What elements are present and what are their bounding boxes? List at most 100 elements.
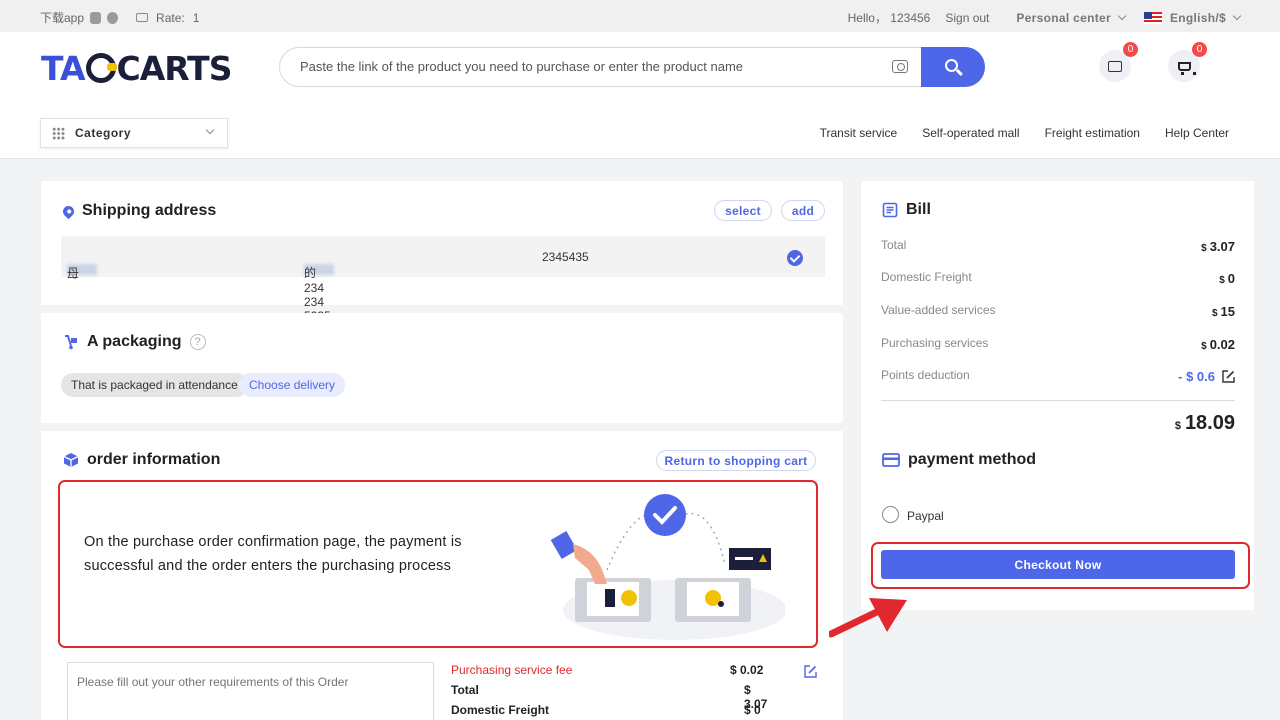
checkout-now-button[interactable]: Checkout Now (881, 550, 1235, 579)
language-selector[interactable]: English/$ (1143, 10, 1242, 25)
greeting-text: Hello， 123456 (847, 11, 931, 25)
personal-center-menu[interactable]: Personal center (1016, 10, 1127, 25)
chevron-down-icon (205, 125, 215, 135)
annotation-callout-box: On the purchase order confirmation page,… (58, 480, 818, 648)
bill-row-value: 15 (1220, 304, 1235, 319)
package-box-icon (63, 453, 79, 467)
packaging-option-choose-delivery[interactable]: Choose delivery (239, 373, 346, 397)
chevron-down-icon (1232, 11, 1242, 20)
cart-icon (1177, 61, 1196, 75)
edit-icon[interactable] (804, 665, 817, 678)
bill-title: Bill (882, 201, 931, 219)
return-to-cart-button[interactable]: Return to shopping cart (656, 450, 816, 471)
postal-code: 2345435 (542, 250, 589, 264)
payment-option-label: Paypal (907, 509, 944, 523)
grand-total: $18.09 (1175, 412, 1235, 435)
fee-label: Domestic Freight (451, 703, 550, 717)
packaging-heading: A packaging (87, 333, 182, 350)
shipping-address-heading: Shipping address (82, 202, 217, 219)
apple-icon[interactable] (107, 11, 119, 24)
packaging-card: A packaging ? That is packaged in attend… (41, 313, 843, 423)
messages-button[interactable]: 0 (1099, 42, 1138, 82)
payment-method-title: payment method (882, 451, 1036, 469)
bill-row-value: 3.07 (1209, 239, 1235, 254)
bill-row-label: Value-added services (881, 303, 996, 317)
bill-row-value: 0 (1227, 271, 1235, 286)
site-logo[interactable]: TA CARTS (41, 48, 232, 88)
fee-value: $ 0.02 (730, 663, 764, 677)
category-dropdown[interactable]: Category (40, 118, 228, 148)
chevron-down-icon (1117, 11, 1127, 20)
fee-row-total: Total $ 3.07 (451, 683, 771, 711)
divider (881, 400, 1235, 401)
bill-row-points-deduction: Points deduction - $ 0.6 (881, 368, 1235, 384)
payment-option-paypal[interactable]: Paypal (882, 505, 944, 523)
currency-symbol: $ (1219, 275, 1225, 286)
nav-help-center[interactable]: Help Center (1165, 126, 1229, 140)
edit-icon[interactable] (1222, 370, 1235, 383)
search-bar (279, 47, 985, 87)
search-button[interactable] (921, 47, 985, 87)
add-address-button[interactable]: add (781, 200, 825, 221)
fee-value: $ 0 (744, 703, 761, 717)
bill-row-label: Points deduction (881, 368, 970, 382)
order-information-title: order information (63, 451, 220, 469)
message-icon (1108, 56, 1122, 72)
top-utility-bar: 下载app Rate: 1 Hello， 123456 Sign out Per… (0, 0, 1280, 32)
bill-row-total: Total $3.07 (881, 238, 1235, 254)
grand-total-value: 18.09 (1184, 412, 1235, 434)
sign-out-link[interactable]: Sign out (945, 11, 989, 25)
rate-label: Rate: (156, 10, 185, 25)
language-label: English/$ (1169, 10, 1226, 25)
panda-logo-icon (85, 53, 117, 83)
camera-icon[interactable] (892, 60, 908, 73)
main-nav: Transit service Self-operated mall Freig… (820, 126, 1229, 140)
cart-badge: 0 (1192, 42, 1207, 57)
annotation-arrow-icon (829, 598, 907, 638)
bill-row-label: Purchasing services (881, 336, 989, 350)
bill-row-value: - $ 0.6 (1178, 369, 1215, 384)
help-icon[interactable]: ? (189, 334, 206, 350)
payment-method-heading: payment method (908, 451, 1037, 468)
android-icon[interactable] (90, 11, 102, 24)
grid-icon (52, 126, 65, 140)
selected-check-icon (787, 250, 803, 266)
bill-row-label: Domestic Freight (881, 270, 972, 284)
currency-rate-icon (136, 13, 149, 22)
payment-success-illustration (550, 494, 785, 640)
address-row[interactable]: 全丹 的 234 234 5235 2345435 (61, 236, 825, 323)
logo-text-left: TA (41, 48, 85, 88)
nav-transit-service[interactable]: Transit service (820, 126, 898, 140)
search-icon (945, 59, 958, 72)
personal-center-label: Personal center (1016, 10, 1111, 25)
currency-symbol: $ (1211, 308, 1218, 319)
hand-truck-icon (65, 335, 77, 350)
bill-row-value-added: Value-added services $15 (881, 303, 1235, 319)
search-input[interactable] (300, 59, 860, 74)
site-header: TA CARTS 0 0 Category Transit service Se… (0, 32, 1280, 159)
bill-row-value: 0.02 (1209, 337, 1235, 352)
us-flag-icon (1143, 11, 1162, 24)
rate-value: 1 (192, 10, 200, 25)
packaging-option-in-attendance[interactable]: That is packaged in attendance (61, 373, 248, 397)
cart-button[interactable]: 0 (1168, 42, 1207, 82)
shipping-address-card: Shipping address select add 全丹 的 234 234… (41, 181, 843, 323)
select-address-button[interactable]: select (714, 200, 772, 221)
nav-freight-estimation[interactable]: Freight estimation (1045, 126, 1140, 140)
recipient-name-suffix: 丹 (67, 266, 80, 280)
radio-button[interactable] (882, 505, 899, 523)
download-app-label[interactable]: 下载app (40, 9, 84, 26)
packaging-title: A packaging ? (63, 333, 206, 351)
bill-row-purchasing-services: Purchasing services $0.02 (881, 336, 1235, 352)
shipping-address-title: Shipping address (60, 202, 217, 220)
location-pin-icon (60, 203, 77, 219)
bill-document-icon (882, 202, 898, 218)
category-label: Category (75, 126, 132, 140)
fee-row-purchasing-service: Purchasing service fee $ 0.02 (451, 663, 771, 677)
nav-self-operated-mall[interactable]: Self-operated mall (922, 126, 1019, 140)
order-remarks-textarea[interactable] (77, 675, 417, 715)
currency-symbol: $ (1201, 243, 1207, 254)
bill-row-domestic-freight: Domestic Freight $0 (881, 270, 1235, 286)
fee-row-domestic-freight: Domestic Freight $ 0 (451, 703, 771, 717)
messages-badge: 0 (1123, 42, 1138, 57)
